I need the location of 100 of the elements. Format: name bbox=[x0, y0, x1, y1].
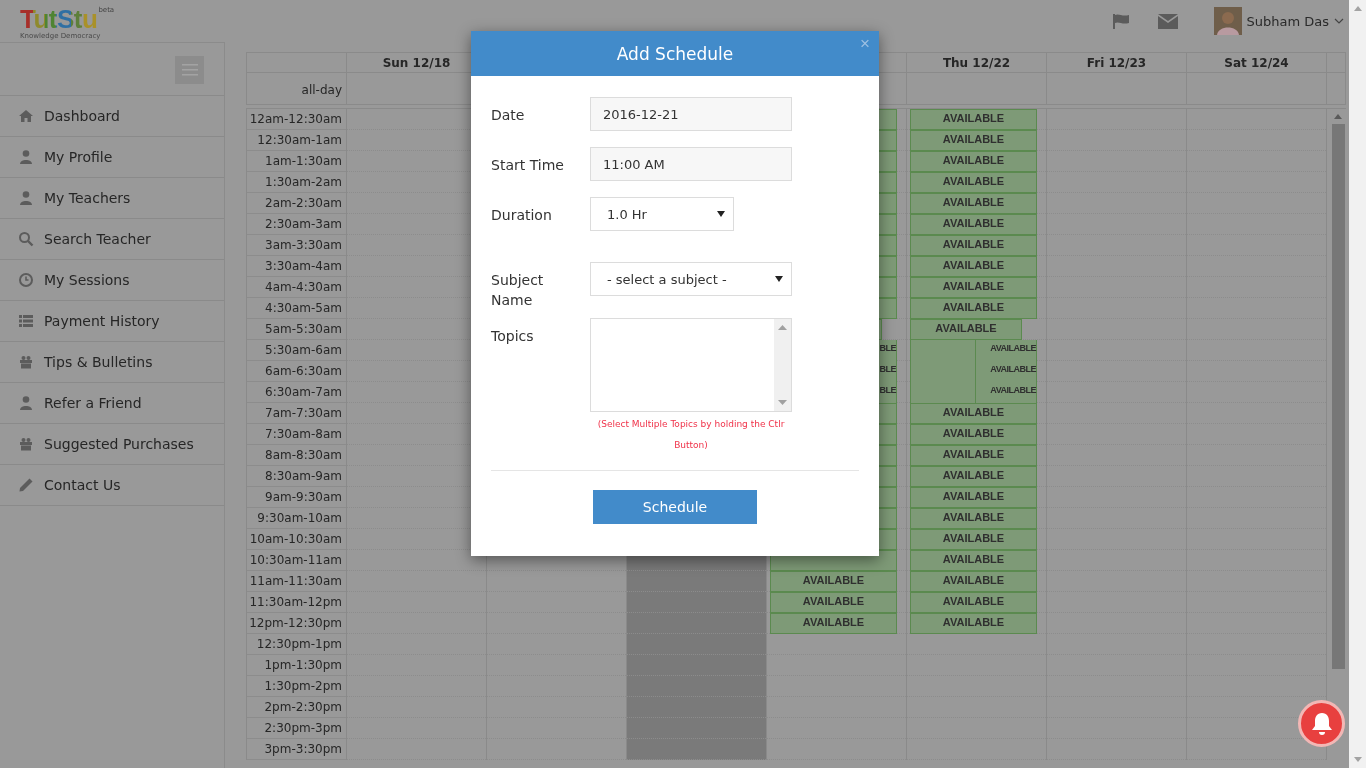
available-slot[interactable]: AVAILABLE bbox=[770, 613, 897, 634]
time-label: 3:30am-4am bbox=[265, 259, 342, 273]
available-slot[interactable]: AVAILABLE bbox=[910, 214, 1037, 235]
available-slot[interactable]: AVAILABLE bbox=[910, 571, 1037, 592]
sidebar-item[interactable]: Refer a Friend bbox=[0, 383, 224, 424]
sidebar-item[interactable]: My Teachers bbox=[0, 178, 224, 219]
time-label: 5am-5:30am bbox=[265, 322, 342, 336]
time-label: 1:30am-2am bbox=[265, 175, 342, 189]
list-icon bbox=[18, 313, 34, 329]
available-slot[interactable]: AVAILABLE bbox=[910, 193, 1037, 214]
mail-icon[interactable] bbox=[1157, 13, 1178, 29]
scroll-down-icon[interactable] bbox=[778, 400, 787, 405]
sidebar-item[interactable]: Dashboard bbox=[0, 96, 224, 137]
time-label: 9am-9:30am bbox=[265, 490, 342, 504]
sidebar-item[interactable]: My Profile bbox=[0, 137, 224, 178]
schedule-button[interactable]: Schedule bbox=[593, 490, 757, 524]
modal-title: Add Schedule bbox=[616, 43, 734, 64]
available-slot[interactable]: AVAILABLE bbox=[910, 466, 1037, 487]
available-slot[interactable]: AVAILABLE bbox=[910, 298, 1037, 319]
home-icon bbox=[18, 108, 34, 124]
time-label: 10am-10:30am bbox=[249, 532, 342, 546]
select-field[interactable]: - select a subject - bbox=[590, 262, 792, 296]
flag-icon[interactable] bbox=[1111, 13, 1130, 29]
time-label: 1pm-1:30pm bbox=[264, 658, 342, 672]
available-slot[interactable]: AVAILABLE bbox=[910, 445, 1037, 466]
time-label: 1:30pm-2pm bbox=[264, 679, 342, 693]
available-slot[interactable]: AVAILABLE bbox=[910, 361, 1037, 382]
bell-icon bbox=[1310, 711, 1333, 736]
available-slot[interactable]: AVAILABLE bbox=[910, 130, 1037, 151]
time-label: 1am-1:30am bbox=[265, 154, 342, 168]
available-slot[interactable]: AVAILABLE bbox=[910, 319, 1022, 340]
available-slot[interactable]: AVAILABLE bbox=[910, 424, 1037, 445]
time-label: 7:30am-8am bbox=[265, 427, 342, 441]
user-menu[interactable]: Subham Das bbox=[1213, 7, 1344, 35]
available-slot[interactable]: AVAILABLE bbox=[910, 592, 1037, 613]
available-slot[interactable]: AVAILABLE bbox=[910, 529, 1037, 550]
available-slot[interactable]: AVAILABLE bbox=[910, 382, 1037, 403]
field-label: Start Time bbox=[491, 156, 565, 175]
available-slot[interactable]: AVAILABLE bbox=[910, 508, 1037, 529]
scrollbar-thumb[interactable] bbox=[1331, 124, 1345, 669]
caret-down-icon bbox=[717, 211, 725, 217]
time-label: 8:30am-9am bbox=[265, 469, 342, 483]
available-slot[interactable]: AVAILABLE bbox=[910, 151, 1037, 172]
sidebar-item[interactable]: Suggested Purchases bbox=[0, 424, 224, 465]
time-label: 12:30am-1am bbox=[257, 133, 342, 147]
day-header: Sat 12/24 bbox=[1187, 52, 1327, 72]
all-day-label: all-day bbox=[301, 83, 342, 99]
select-field[interactable]: 1.0 Hr bbox=[590, 197, 734, 231]
available-slot[interactable]: AVAILABLE bbox=[770, 592, 897, 613]
search-icon bbox=[18, 231, 34, 247]
chevron-down-icon bbox=[1334, 18, 1344, 24]
time-label: 8am-8:30am bbox=[265, 448, 342, 462]
time-label: 2:30am-3am bbox=[265, 217, 342, 231]
day-header: Fri 12/23 bbox=[1047, 52, 1187, 72]
page-scrollbar[interactable] bbox=[1349, 0, 1366, 768]
list-box[interactable] bbox=[590, 318, 792, 412]
available-slot[interactable]: AVAILABLE bbox=[910, 172, 1037, 193]
user-icon bbox=[18, 190, 34, 206]
scroll-up-icon[interactable] bbox=[1353, 6, 1362, 11]
available-slot[interactable]: AVAILABLE bbox=[910, 109, 1037, 130]
time-label: 12am-12:30am bbox=[249, 112, 342, 126]
time-label: 11:30am-12pm bbox=[249, 595, 342, 609]
time-label: 6:30am-7am bbox=[265, 385, 342, 399]
time-label: 10:30am-11am bbox=[249, 553, 342, 567]
field-label: Duration bbox=[491, 206, 553, 225]
gift-icon bbox=[18, 436, 34, 452]
available-slot[interactable]: AVAILABLE bbox=[770, 571, 897, 592]
available-slot[interactable]: AVAILABLE bbox=[910, 256, 1037, 277]
available-slot[interactable]: AVAILABLE bbox=[910, 487, 1037, 508]
clock-icon bbox=[18, 272, 34, 288]
available-slot[interactable]: AVAILABLE bbox=[910, 235, 1037, 256]
time-label: 11am-11:30am bbox=[249, 574, 342, 588]
available-slot[interactable]: AVAILABLE bbox=[910, 550, 1037, 571]
help-text: (Select Multiple Topics by holding the Ctlr Button) bbox=[596, 418, 786, 452]
scroll-down-icon[interactable] bbox=[1353, 757, 1362, 762]
time-label: 3pm-3:30pm bbox=[264, 742, 342, 756]
time-label: 6am-6:30am bbox=[265, 364, 342, 378]
user-icon bbox=[18, 149, 34, 165]
available-slot[interactable]: AVAILABLE bbox=[910, 403, 1037, 424]
input-field[interactable]: 11:00 AM bbox=[590, 147, 792, 181]
sidebar-item[interactable]: My Sessions bbox=[0, 260, 224, 301]
available-slot[interactable]: AVAILABLE bbox=[910, 613, 1037, 634]
time-label: 7am-7:30am bbox=[265, 406, 342, 420]
sidebar-item[interactable]: Tips & Bulletins bbox=[0, 342, 224, 383]
scrollbar[interactable] bbox=[774, 319, 791, 411]
time-label: 4:30am-5am bbox=[265, 301, 342, 315]
sidebar-item[interactable]: Payment History bbox=[0, 301, 224, 342]
field-label: Date bbox=[491, 106, 526, 125]
sidebar-item[interactable]: Search Teacher bbox=[0, 219, 224, 260]
time-label: 2am-2:30am bbox=[265, 196, 342, 210]
scroll-up-icon[interactable] bbox=[778, 325, 787, 330]
available-slot[interactable]: AVAILABLE bbox=[910, 277, 1037, 298]
scroll-up-icon[interactable] bbox=[1334, 114, 1342, 119]
sidebar-item[interactable]: Contact Us bbox=[0, 465, 224, 506]
avatar bbox=[1213, 7, 1242, 35]
day-header: Thu 12/22 bbox=[907, 52, 1047, 72]
time-label: 3am-3:30am bbox=[265, 238, 342, 252]
input-field[interactable]: 2016-12-21 bbox=[590, 97, 792, 131]
available-slot[interactable]: AVAILABLE bbox=[910, 340, 1037, 361]
pencil-icon bbox=[18, 477, 34, 493]
